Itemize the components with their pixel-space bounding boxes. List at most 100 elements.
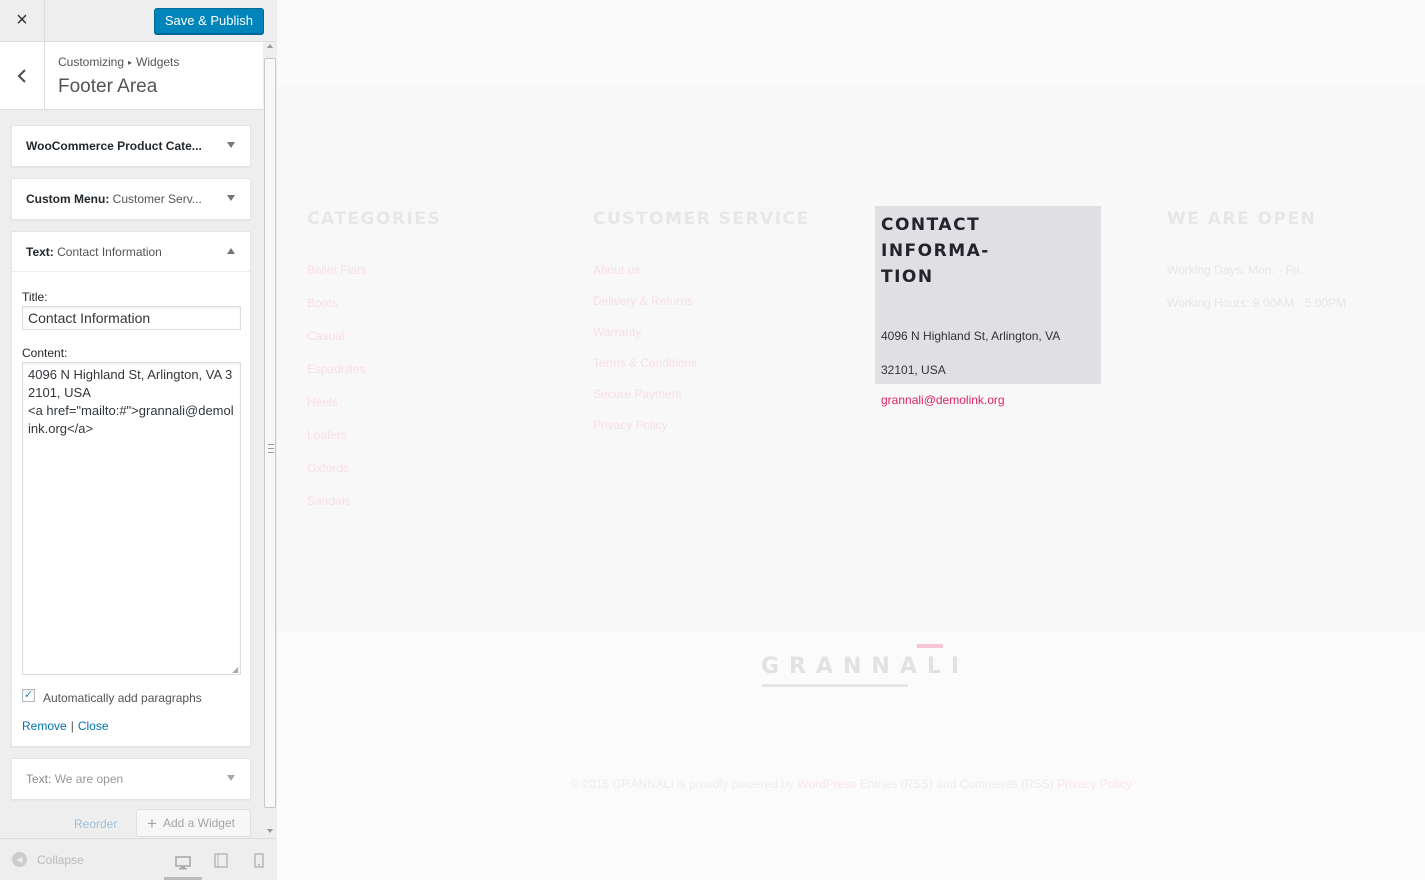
widget-header[interactable]: Text: We are open [12, 759, 250, 799]
preview-header-region [277, 0, 1425, 85]
expand-arrow-icon[interactable] [227, 775, 235, 781]
open-heading: WE ARE OPEN [1167, 209, 1317, 229]
chevron-left-icon [17, 68, 26, 83]
collapse-icon: ◀ [12, 852, 27, 867]
customizer-footer: ◀ Collapse [0, 838, 277, 880]
footer-col-open-hours: WE ARE OPEN Working Days: Mon. - Fri. Wo… [1167, 206, 1397, 329]
wordpress-link[interactable]: WordPress [797, 777, 856, 791]
widget-type: Text: [26, 245, 54, 259]
widget-text-we-are-open: Text: We are open [11, 758, 251, 800]
autop-label: Automatically add paragraphs [43, 691, 202, 705]
contact-heading-line2: TION [881, 267, 934, 287]
contact-email-link[interactable]: grannali@demolink.org [881, 393, 1095, 407]
content-textarea[interactable] [22, 362, 241, 675]
collapse-label: Collapse [37, 852, 84, 867]
working-days: Working Days: Mon. - Fri. [1167, 263, 1303, 277]
section-header: Customizing ▸ Widgets Footer Area [0, 42, 263, 110]
customizer-sidebar: × Save & Publish Customizing ▸ Widgets Foo… [0, 0, 277, 880]
action-separator: | [70, 719, 74, 733]
site-preview: CATEGORIES Ballet Flats Boots Casual Esp… [277, 0, 1425, 880]
copyright-middle: Entries (RSS) and Comments (RSS) [856, 777, 1058, 791]
service-link[interactable]: Delivery & Returns [593, 294, 823, 308]
widget-header[interactable]: Custom Menu: Customer Serv... [12, 179, 250, 219]
plus-icon: + [147, 814, 157, 833]
widget-title: WooCommerce Product Cate... [26, 139, 202, 153]
privacy-policy-link[interactable]: Privacy Policy [1057, 777, 1132, 791]
breadcrumb: Customizing ▸ Widgets [58, 55, 179, 69]
back-button[interactable] [0, 42, 45, 109]
scrollbar-thumb[interactable] [264, 58, 276, 808]
service-link[interactable]: Secure Payment [593, 387, 823, 401]
copyright-line: © 2016 GRANNALI is proudly powered by Wo… [277, 777, 1425, 791]
breadcrumb-root: Customizing [58, 55, 125, 69]
footer-col-contact-highlighted: CONTACT INFORMA- TION 4096 N Highland St,… [875, 206, 1101, 407]
service-link[interactable]: Terms & Conditions [593, 356, 823, 370]
widget-header[interactable]: WooCommerce Product Cate... [12, 126, 250, 166]
service-link[interactable]: About us [593, 263, 823, 277]
autop-checkbox[interactable]: ✓ [22, 689, 35, 702]
widget-woocommerce-categories: WooCommerce Product Cate... [11, 125, 251, 167]
reorder-link[interactable]: Reorder [74, 817, 117, 831]
section-title: Footer Area [58, 76, 158, 97]
close-widget-link[interactable]: Close [78, 719, 109, 733]
mobile-icon [254, 852, 264, 868]
footer-col-customer-service: CUSTOMER SERVICE About us Delivery & Ret… [593, 206, 823, 449]
customizer-panel: Customizing ▸ Widgets Footer Area WooComme… [0, 42, 263, 838]
close-icon: × [16, 9, 28, 31]
site-logo[interactable]: GRANNALI [761, 640, 959, 690]
resize-handle-icon[interactable]: ◢ [232, 666, 240, 674]
copyright-prefix: © 2016 GRANNALI is proudly powered by [570, 777, 798, 791]
contact-heading: CONTACT INFORMA- TION [881, 212, 1095, 290]
widget-title: Contact Information [57, 245, 162, 259]
tablet-preview-button[interactable] [202, 849, 240, 871]
tablet-icon [214, 852, 228, 868]
category-link[interactable]: Loafers [307, 428, 537, 442]
logo-underline [762, 684, 908, 687]
sidebar-scrollbar[interactable] [263, 42, 277, 838]
category-link[interactable]: Espadrilles [307, 362, 537, 376]
footer-col-categories: CATEGORIES Ballet Flats Boots Casual Esp… [307, 206, 537, 527]
category-link[interactable]: Oxfords [307, 461, 537, 475]
service-link[interactable]: Privacy Policy [593, 418, 823, 432]
customer-service-heading: CUSTOMER SERVICE [593, 209, 810, 229]
scroll-down-arrow-icon[interactable] [267, 829, 273, 833]
expand-arrow-icon[interactable] [227, 142, 235, 148]
title-field-label: Title: [22, 290, 48, 304]
collapse-sidebar-button[interactable]: ◀ Collapse [12, 852, 84, 867]
category-link[interactable]: Ballet Flats [307, 263, 537, 277]
remove-widget-link[interactable]: Remove [22, 719, 67, 733]
widget-header[interactable]: Text: Contact Information [12, 232, 250, 272]
categories-heading: CATEGORIES [307, 209, 442, 229]
service-link[interactable]: Warranty [593, 325, 823, 339]
working-hours: Working Hours: 9.00AM - 5.00PM [1167, 296, 1347, 310]
logo-accent-bar [917, 644, 943, 648]
add-widget-button[interactable]: + Add a Widget [136, 809, 251, 837]
logo-text: GRANNALI [761, 654, 970, 679]
widget-title: Customer Serv... [112, 192, 202, 206]
add-widget-label: Add a Widget [162, 816, 235, 830]
widget-title: We are open [54, 772, 124, 786]
desktop-icon [175, 856, 191, 870]
category-link[interactable]: Heels [307, 395, 537, 409]
desktop-preview-button[interactable] [164, 849, 202, 880]
content-field-label: Content: [22, 346, 68, 360]
widget-control-actions: Remove | Close [22, 719, 109, 733]
widget-type: Text: [26, 772, 52, 786]
contact-heading-line1: CONTACT INFORMA- [881, 215, 990, 261]
breadcrumb-current: Widgets [136, 55, 180, 69]
mobile-preview-button[interactable] [240, 849, 278, 871]
category-link[interactable]: Boots [307, 296, 537, 310]
expand-arrow-icon[interactable] [227, 195, 235, 201]
close-customizer-button[interactable]: × [0, 0, 45, 41]
save-publish-button[interactable]: Save & Publish [153, 8, 264, 34]
category-link[interactable]: Sandals [307, 494, 537, 508]
contact-address-line2: 32101, USA [881, 363, 946, 377]
widget-text-contact-information: Text: Contact Information Title: Content… [11, 231, 251, 747]
widget-area-actions: Reorder + Add a Widget [11, 809, 251, 837]
customizer-header: × Save & Publish [0, 0, 277, 42]
title-input[interactable] [22, 306, 241, 330]
category-link[interactable]: Casual [307, 329, 537, 343]
scroll-up-arrow-icon[interactable] [267, 44, 273, 48]
collapse-arrow-icon[interactable] [227, 248, 235, 254]
widget-custom-menu: Custom Menu: Customer Serv... [11, 178, 251, 220]
